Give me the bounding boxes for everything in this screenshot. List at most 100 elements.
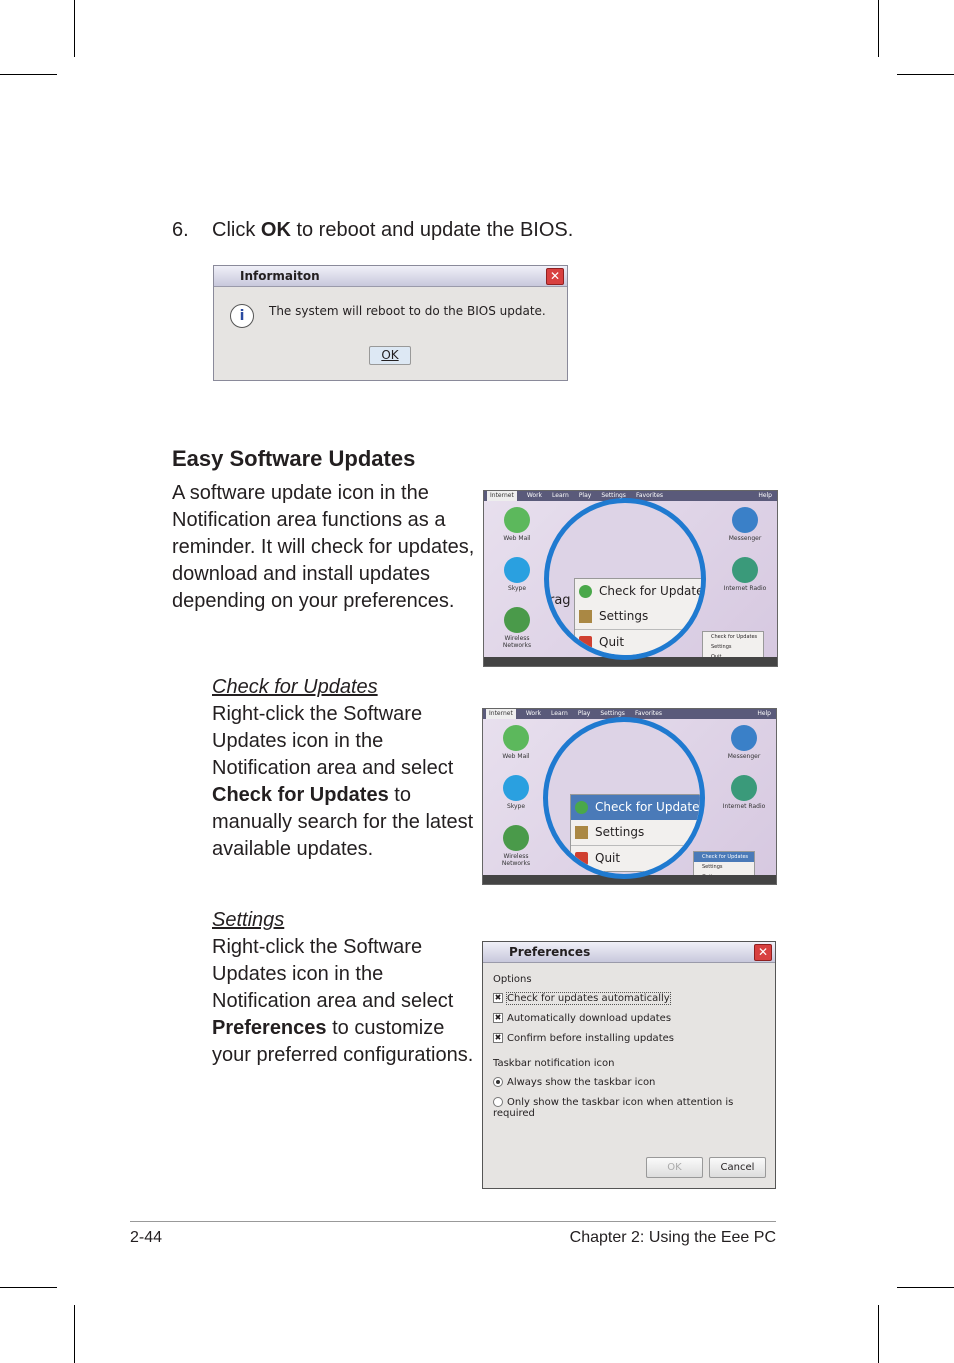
step-text: Click OK to reboot and update the BIOS. bbox=[212, 217, 573, 244]
text-after: to bbox=[388, 784, 411, 806]
context-menu: Check for Updates Settings Quit bbox=[574, 578, 706, 655]
web-mail-icon[interactable]: Web Mail bbox=[491, 725, 541, 760]
checkbox-check-automatically[interactable]: ✖ Check for updates automatically bbox=[493, 992, 671, 1005]
crop-mark bbox=[878, 1305, 879, 1363]
text-after: to customize bbox=[326, 1017, 445, 1039]
menu-check-updates[interactable]: Check for Updates bbox=[571, 795, 705, 820]
tab-play[interactable]: Play bbox=[578, 709, 591, 719]
menu-item[interactable]: Check for Updates bbox=[694, 852, 754, 862]
web-mail-icon[interactable]: Web Mail bbox=[492, 507, 542, 542]
text-line: Notification area functions as a bbox=[172, 509, 446, 531]
options-label: Options bbox=[493, 974, 532, 985]
information-dialog: Informaiton ✕ i The system will reboot to… bbox=[213, 265, 568, 381]
ok-button[interactable]: OK bbox=[646, 1157, 703, 1178]
checkbox[interactable]: ✖ bbox=[493, 1013, 503, 1023]
radio-always-show[interactable]: Always show the taskbar icon bbox=[493, 1077, 655, 1088]
crop-mark bbox=[878, 0, 879, 57]
desktop-screenshot-2: Internet Work Learn Play Settings Favorites He… bbox=[482, 708, 777, 885]
section-title: Easy Software Updates bbox=[172, 446, 416, 471]
messenger-icon[interactable]: Messenger bbox=[719, 725, 769, 760]
text-line: manually search for the latest bbox=[212, 811, 474, 833]
cancel-button[interactable]: Cancel bbox=[709, 1157, 766, 1178]
menu-label: Check for Updates bbox=[599, 584, 706, 598]
dialog-title: Informaiton bbox=[240, 269, 320, 283]
menu-label: Check for Updates bbox=[595, 800, 705, 814]
preferences-dialog: Preferences ✕ Options ✖ Check for updates … bbox=[482, 941, 776, 1189]
ok-button[interactable]: OK bbox=[369, 346, 411, 365]
text-line: Right-click the Software bbox=[212, 936, 423, 958]
chapter-title: Chapter 2: Using the Eee PC bbox=[569, 1229, 776, 1246]
text-line: Check for Updates to bbox=[212, 782, 473, 809]
bold-term: Preferences bbox=[212, 1017, 327, 1039]
checkbox-confirm-install[interactable]: ✖ Confirm before installing updates bbox=[493, 1033, 674, 1044]
menu-item[interactable]: Settings bbox=[694, 862, 754, 872]
menu-quit[interactable]: Quit bbox=[571, 845, 700, 871]
text-line: Updates icon in the bbox=[212, 963, 384, 985]
menu-label: Settings bbox=[595, 825, 645, 839]
menu-check-updates[interactable]: Check for Updates bbox=[575, 579, 706, 604]
checkbox-auto-download[interactable]: ✖ Automatically download updates bbox=[493, 1013, 671, 1024]
checkbox[interactable]: ✖ bbox=[493, 993, 503, 1003]
checkbox[interactable]: ✖ bbox=[493, 1033, 503, 1043]
menu-label: Quit bbox=[595, 851, 621, 865]
text-line: download and install updates bbox=[172, 563, 430, 585]
internet-radio-icon[interactable]: Internet Radio bbox=[719, 775, 769, 810]
step-post: to reboot and update the BIOS. bbox=[290, 219, 574, 241]
section-body: A software update icon in the Notificatio… bbox=[172, 480, 474, 615]
tab-learn[interactable]: Learn bbox=[551, 709, 568, 719]
tab-play[interactable]: Play bbox=[579, 491, 592, 501]
wireless-networks-icon[interactable]: Wireless Networks bbox=[491, 825, 541, 867]
tab-work[interactable]: Work bbox=[527, 491, 542, 501]
tab-internet[interactable]: Internet bbox=[487, 491, 517, 501]
skype-icon[interactable]: Skype bbox=[491, 775, 541, 810]
text-line: your preferred configurations. bbox=[212, 1044, 474, 1066]
step-bold: OK bbox=[260, 219, 291, 241]
menu-item[interactable]: Settings bbox=[703, 642, 763, 652]
tab-internet[interactable]: Internet bbox=[486, 709, 516, 719]
checkbox-label: Automatically download updates bbox=[507, 1013, 672, 1024]
text-line: depending on your preferences. bbox=[172, 590, 455, 612]
menu-label: Settings bbox=[599, 609, 649, 623]
checkbox-label: Confirm before installing updates bbox=[507, 1033, 674, 1044]
messenger-icon[interactable]: Messenger bbox=[720, 507, 770, 542]
context-menu: Check for Updates Settings Quit bbox=[570, 794, 705, 872]
menu-label: Quit bbox=[599, 635, 625, 649]
close-button[interactable]: ✕ bbox=[754, 944, 772, 961]
update-icon bbox=[575, 801, 588, 814]
tab-help[interactable]: Help bbox=[757, 709, 771, 719]
skype-icon[interactable]: Skype bbox=[492, 557, 542, 592]
tools-icon bbox=[575, 826, 588, 839]
tab-help[interactable]: Help bbox=[758, 491, 772, 501]
radio[interactable] bbox=[493, 1077, 503, 1087]
step-number: 6. bbox=[172, 219, 189, 241]
magnifier-circle: Check for Updates Settings Quit bbox=[543, 717, 705, 879]
wireless-networks-icon[interactable]: Wireless Networks bbox=[492, 607, 542, 649]
tab-learn[interactable]: Learn bbox=[552, 491, 569, 501]
tools-icon bbox=[579, 610, 592, 623]
icon-label: Wireless Networks bbox=[502, 635, 532, 649]
radio-label: Always show the taskbar icon bbox=[507, 1077, 656, 1088]
taskbar-label: Taskbar notification icon bbox=[493, 1058, 615, 1069]
menu-settings[interactable]: Settings bbox=[571, 820, 700, 845]
text-line: Preferences to customize bbox=[212, 1015, 473, 1042]
tab-work[interactable]: Work bbox=[526, 709, 541, 719]
icon-label: Internet Radio bbox=[723, 585, 767, 592]
internet-radio-icon[interactable]: Internet Radio bbox=[720, 557, 770, 592]
icon-label: Skype bbox=[507, 585, 527, 592]
menu-item[interactable]: Check for Updates bbox=[703, 632, 763, 642]
settings-heading: Settings bbox=[212, 909, 285, 931]
radio[interactable] bbox=[493, 1097, 503, 1107]
checkbox-label: Check for updates automatically bbox=[506, 992, 671, 1005]
magnifier-circle: rag Check for Updates Settings Quit bbox=[544, 498, 706, 660]
crop-mark bbox=[74, 1305, 75, 1363]
page-number: 2-44 bbox=[130, 1229, 163, 1246]
text-line: available updates. bbox=[212, 838, 374, 860]
info-icon: i bbox=[230, 304, 254, 328]
footer-rule bbox=[130, 1221, 776, 1222]
crop-mark bbox=[0, 74, 57, 75]
settings-section: Settings Right-click the Software Updates… bbox=[212, 907, 473, 1069]
close-button[interactable]: ✕ bbox=[546, 268, 564, 285]
menu-quit[interactable]: Quit bbox=[575, 629, 701, 655]
menu-settings[interactable]: Settings bbox=[575, 604, 701, 629]
radio-only-attention[interactable]: Only show the taskbar icon when attentio… bbox=[493, 1097, 775, 1119]
